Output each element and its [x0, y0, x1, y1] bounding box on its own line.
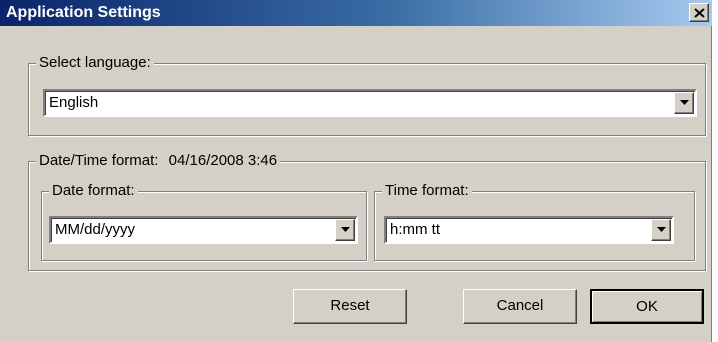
- date-format-group: Date format: MM/dd/yyyy: [41, 182, 367, 261]
- time-format-label: Time format:: [382, 182, 472, 200]
- reset-button[interactable]: Reset: [293, 289, 407, 324]
- ok-button[interactable]: OK: [590, 289, 704, 324]
- language-select[interactable]: English: [43, 89, 697, 117]
- language-group-label: Select language:: [36, 54, 154, 72]
- date-format-dropdown-button[interactable]: [335, 219, 355, 241]
- date-format-value: MM/dd/yyyy: [55, 221, 136, 238]
- close-icon: [694, 8, 705, 18]
- language-group: Select language: English: [28, 54, 706, 136]
- datetime-label-text: Date/Time format:: [39, 152, 159, 169]
- time-format-select[interactable]: h:mm tt: [384, 216, 674, 244]
- title-bar[interactable]: Application Settings: [0, 0, 712, 26]
- date-format-label: Date format:: [49, 182, 138, 200]
- settings-dialog: Application Settings Select language: En…: [0, 0, 712, 342]
- date-format-select[interactable]: MM/dd/yyyy: [49, 216, 358, 244]
- window-title: Application Settings: [6, 4, 161, 21]
- language-dropdown-button[interactable]: [674, 92, 694, 114]
- time-format-value: h:mm tt: [390, 221, 441, 238]
- time-format-dropdown-button[interactable]: [651, 219, 671, 241]
- datetime-preview: 04/16/2008 3:46: [168, 152, 278, 169]
- chevron-down-icon: [657, 227, 666, 232]
- language-select-value: English: [49, 94, 99, 111]
- close-button[interactable]: [689, 3, 709, 22]
- chevron-down-icon: [680, 100, 689, 105]
- chevron-down-icon: [341, 227, 350, 232]
- cancel-button[interactable]: Cancel: [463, 289, 577, 324]
- datetime-group: Date/Time format: 04/16/2008 3:46 Date f…: [28, 152, 706, 271]
- datetime-group-label: Date/Time format: 04/16/2008 3:46: [36, 152, 281, 170]
- time-format-group: Time format: h:mm tt: [374, 182, 695, 261]
